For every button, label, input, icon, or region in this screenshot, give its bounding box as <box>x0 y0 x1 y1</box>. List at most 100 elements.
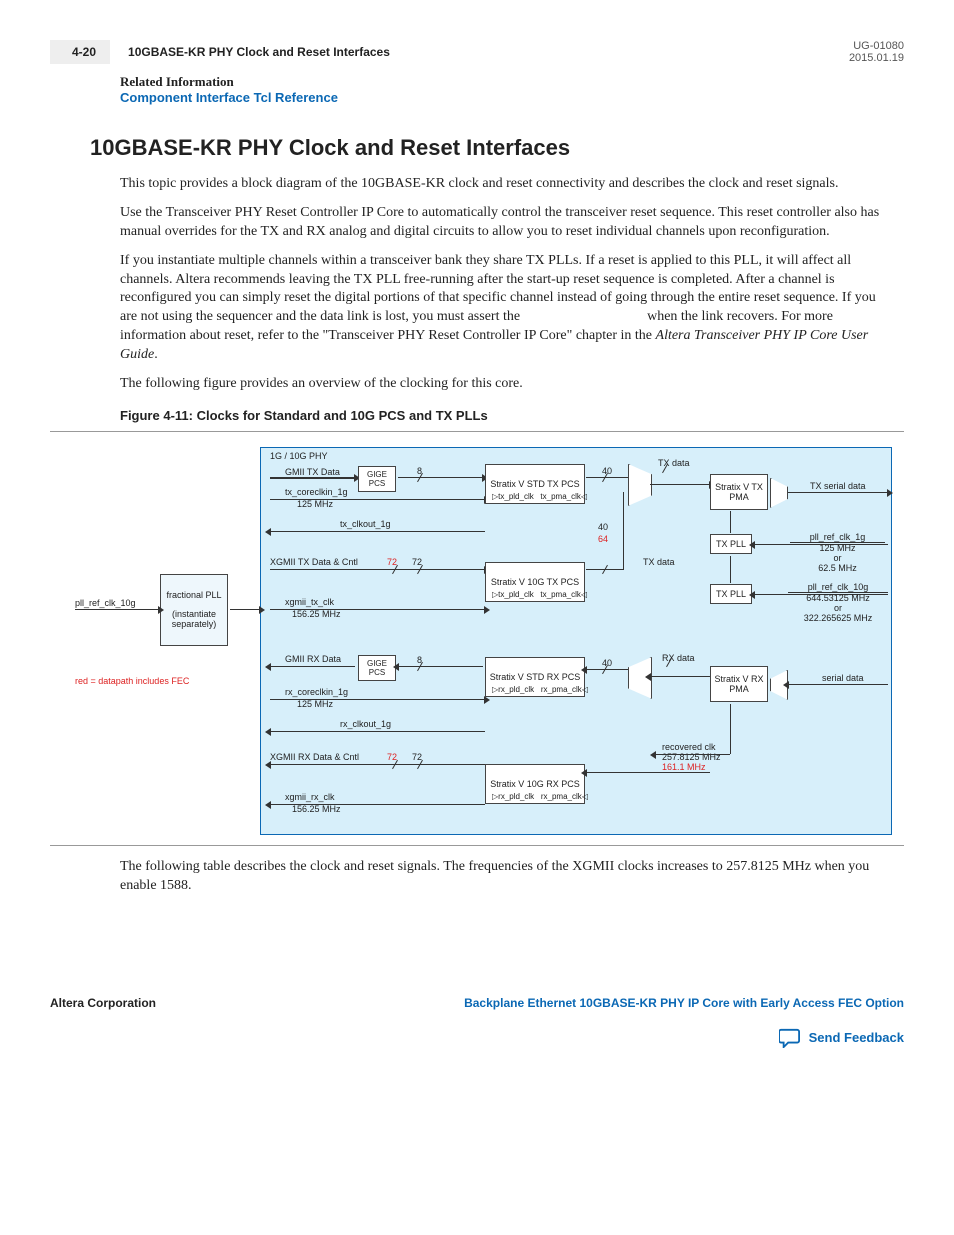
divider-top <box>50 431 904 432</box>
phy-title: 1G / 10G PHY <box>270 451 328 461</box>
rx-data-arrow <box>650 676 710 677</box>
g10-rx-line <box>586 772 710 773</box>
std-mux-line1 <box>586 477 628 478</box>
rx-clkout-label: rx_clkout_1g <box>340 719 391 729</box>
tx-coreclkin-arrow <box>270 499 485 500</box>
gige-rx-in <box>398 666 483 667</box>
g10-mux-vline <box>623 492 624 570</box>
g10-rx-pcs-label: Stratix V 10G RX PCS <box>490 779 580 789</box>
ref10g-label: pll_ref_clk_10g <box>788 582 888 593</box>
red-legend: red = datapath includes FEC <box>75 676 189 686</box>
doc-id: UG-01080 <box>849 40 904 52</box>
u7 <box>270 764 370 765</box>
doc-date: 2015.01.19 <box>849 52 904 64</box>
ref10g-or: or <box>788 603 888 613</box>
ref10g-f2: 322.265625 MHz <box>788 613 888 623</box>
footer-company: Altera Corporation <box>50 996 156 1010</box>
tx-clkout-label: tx_clkout_1g <box>340 519 391 529</box>
rec-clk-vline <box>730 704 731 754</box>
u3 <box>270 569 370 570</box>
paragraph-1: This topic provides a block diagram of t… <box>120 175 894 194</box>
footer-chapter-link[interactable]: Backplane Ethernet 10GBASE-KR PHY IP Cor… <box>464 996 904 1010</box>
ref1g-f2: 62.5 MHz <box>790 563 885 573</box>
rx-serial-arrow <box>788 684 888 685</box>
tx-pll-1: TX PLL <box>710 534 752 554</box>
paragraph-5: The following table describes the clock … <box>120 858 894 896</box>
page-footer: Altera Corporation Backplane Ethernet 10… <box>50 996 904 1010</box>
frac-pll-note: (instantiate separately) <box>163 609 225 630</box>
tx-pma: Stratix V TX PMA <box>710 474 768 510</box>
ref10g-group: pll_ref_clk_10g 644.53125 MHz or 322.265… <box>788 582 888 623</box>
recovered-clk: recovered clk 257.8125 MHz 161.1 MHz <box>662 742 721 772</box>
clock-diagram: 1G / 10G PHY fractional PLL (instantiate… <box>70 444 900 839</box>
xgmii-rx-clk-freq: 156.25 MHz <box>292 804 341 814</box>
std-rx-pcs-label: Stratix V STD RX PCS <box>490 672 581 682</box>
tx-pll-2: TX PLL <box>710 584 752 604</box>
gmii-rx-label: GMII RX Data <box>285 654 341 664</box>
rx-coreclkin-arrow <box>270 699 485 700</box>
page-number: 4-20 <box>50 40 110 64</box>
send-feedback-link[interactable]: Send Feedback <box>50 1028 904 1048</box>
frac-pll-label: fractional PLL <box>166 590 221 600</box>
tx-pld-clk-1: ▷tx_pld_clk tx_pma_clk◁ <box>492 492 587 501</box>
divider-bottom <box>50 845 904 846</box>
header-running-title: 10GBASE-KR PHY Clock and Reset Interface… <box>128 45 390 59</box>
pll2-up <box>730 556 731 583</box>
figure-caption: Figure 4-11: Clocks for Standard and 10G… <box>120 408 894 423</box>
tx-coreclkin-label: tx_coreclkin_1g <box>285 487 348 497</box>
u1 <box>270 478 355 479</box>
bus64-tx: 64 <box>598 534 608 544</box>
tx-data-label: TX data <box>658 458 690 468</box>
ext-ref-arrow <box>75 609 159 610</box>
rx-pma: Stratix V RX PMA <box>710 666 768 702</box>
ref1g-or: or <box>790 553 885 563</box>
rec-clk-f2: 161.1 MHz <box>662 762 721 772</box>
u5 <box>270 666 355 667</box>
xgmii-rx-clk-label: xgmii_rx_clk <box>285 792 335 802</box>
rec-clk-arrow <box>655 754 730 755</box>
tx-data-arrow <box>650 484 710 485</box>
xgmii-tx-clk-arrow <box>270 609 485 610</box>
paragraph-4: The following figure provides an overvie… <box>120 375 894 394</box>
paragraph-2: Use the Transceiver PHY Reset Controller… <box>120 204 894 242</box>
rx-clkout-arrow <box>270 731 485 732</box>
xgmii-tx-clk-freq: 156.25 MHz <box>292 609 341 619</box>
page-header: 4-20 10GBASE-KR PHY Clock and Reset Inte… <box>50 40 904 64</box>
ref1g-group: pll_ref_clk_1g 125 MHz or 62.5 MHz <box>790 532 885 573</box>
xgmii-rx-clk-arrow <box>270 804 485 805</box>
pll1-up <box>730 511 731 533</box>
tx-serial-arrow <box>788 492 888 493</box>
paragraph-3: If you instantiate multiple channels wit… <box>120 252 894 365</box>
tx-serial-label: TX serial data <box>810 481 866 491</box>
rx-pld-clk-1: ▷rx_pld_clk rx_pma_clk◁ <box>492 685 588 694</box>
tx-pld-clk-2: ▷tx_pld_clk tx_pma_clk◁ <box>492 590 587 599</box>
g10-tx-pcs-label: Stratix V 10G TX PCS <box>491 577 579 587</box>
related-info-heading: Related Information <box>120 74 894 90</box>
gige-pcs-tx: GIGE PCS <box>358 466 396 492</box>
xgmii-tx-label: XGMII TX Data & Cntl <box>270 557 358 567</box>
para3-period: . <box>154 347 158 362</box>
std-tx-pcs-label: Stratix V STD TX PCS <box>490 479 579 489</box>
gmii-tx-label: GMII TX Data <box>285 467 340 477</box>
gige-pcs-rx: GIGE PCS <box>358 655 396 681</box>
tx-clkout-arrow <box>270 531 485 532</box>
rec-clk-label: recovered clk <box>662 742 721 752</box>
xgmii-rx-label: XGMII RX Data & Cntl <box>270 752 359 762</box>
rx-pld-clk-2: ▷rx_pld_clk rx_pma_clk◁ <box>492 792 588 801</box>
gige-std-arrow <box>398 477 483 478</box>
ref1g-label: pll_ref_clk_1g <box>790 532 885 543</box>
ref1g-f1: 125 MHz <box>790 543 885 553</box>
rx-coreclkin-label: rx_coreclkin_1g <box>285 687 348 697</box>
header-right: UG-01080 2015.01.19 <box>849 40 904 64</box>
component-interface-link[interactable]: Component Interface Tcl Reference <box>120 90 894 105</box>
header-left: 4-20 10GBASE-KR PHY Clock and Reset Inte… <box>50 40 390 64</box>
tx-coreclkin-freq: 125 MHz <box>297 499 333 509</box>
fractional-pll-box: fractional PLL (instantiate separately) <box>160 574 228 646</box>
rx-coreclkin-freq: 125 MHz <box>297 699 333 709</box>
rx-data-label: RX data <box>662 653 695 663</box>
tx-data-label-2: TX data <box>643 557 675 567</box>
rx-std-line <box>586 669 628 670</box>
rx-serial-label: serial data <box>822 673 864 683</box>
pll-out-arrow <box>230 609 260 610</box>
feedback-icon <box>779 1028 801 1048</box>
